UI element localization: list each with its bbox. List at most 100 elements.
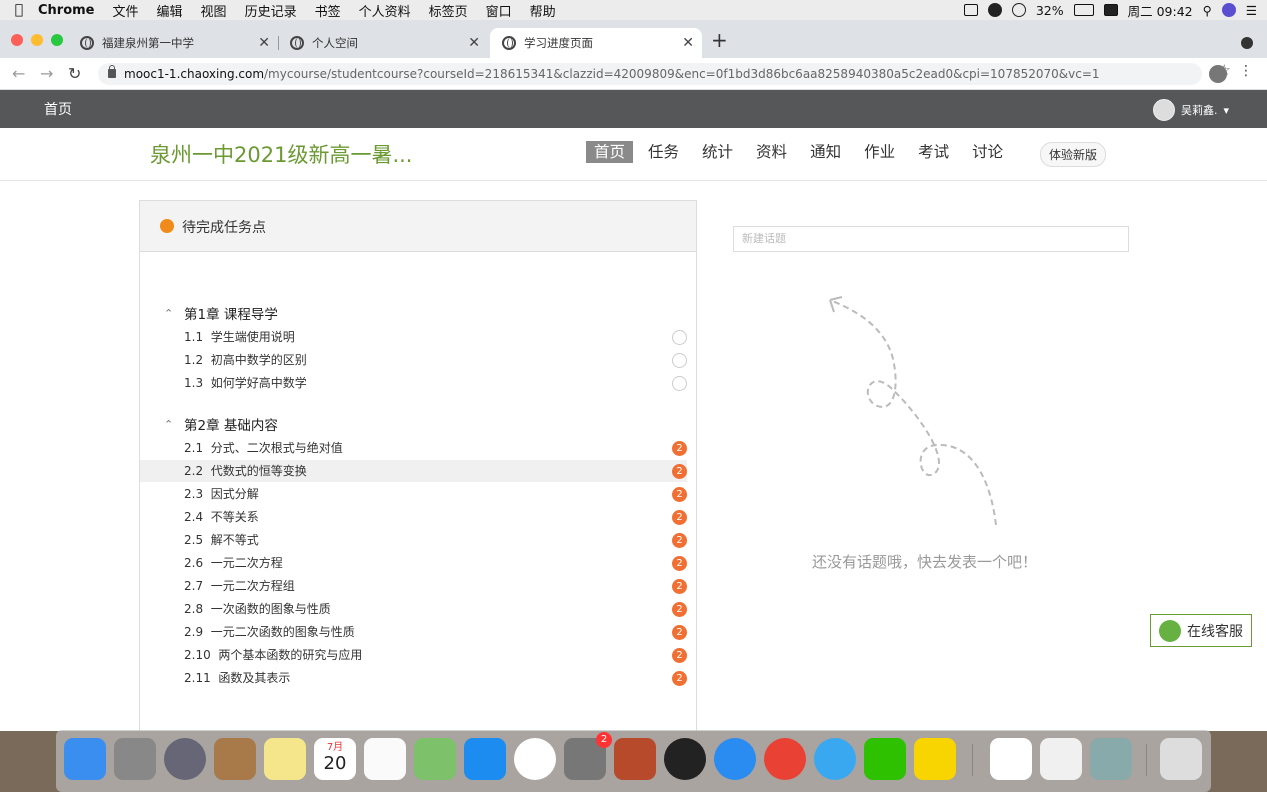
menu-tabs[interactable]: 标签页 bbox=[429, 1, 468, 20]
reminders-icon[interactable] bbox=[364, 738, 406, 780]
safari-icon[interactable] bbox=[714, 738, 756, 780]
tab-search-icon[interactable] bbox=[1241, 37, 1253, 49]
list-item[interactable]: 1.2 初高中数学的区别 bbox=[140, 349, 687, 371]
menu-view[interactable]: 视图 bbox=[201, 1, 227, 20]
item-label[interactable]: 一次函数的图象与性质 bbox=[211, 602, 331, 616]
item-label[interactable]: 代数式的恒等变换 bbox=[211, 464, 307, 478]
forward-arrow-icon[interactable]: → bbox=[40, 64, 53, 83]
textedit-icon[interactable] bbox=[1040, 738, 1082, 780]
menu-bookmarks[interactable]: 书签 bbox=[315, 1, 341, 20]
wechat-status-icon[interactable] bbox=[987, 3, 1002, 17]
url-field[interactable]: mooc1-1.chaoxing.com/mycourse/studentcou… bbox=[98, 63, 1202, 85]
qq-music-icon[interactable] bbox=[914, 738, 956, 780]
list-item[interactable]: 2.7 一元二次方程组 2 bbox=[140, 575, 687, 597]
vpn-icon[interactable] bbox=[963, 4, 978, 16]
item-label[interactable]: 初高中数学的区别 bbox=[211, 353, 307, 367]
menu-file[interactable]: 文件 bbox=[113, 1, 139, 20]
item-label[interactable]: 函数及其表示 bbox=[218, 671, 290, 685]
profile-avatar-icon[interactable] bbox=[1209, 65, 1227, 83]
new-topic-input[interactable]: 新建话题 bbox=[733, 226, 1129, 252]
list-item[interactable]: 2.11 函数及其表示 2 bbox=[140, 667, 687, 689]
tab-notices[interactable]: 通知 bbox=[802, 141, 849, 163]
minimize-window-button[interactable] bbox=[31, 34, 43, 46]
menu-app-name[interactable]: Chrome bbox=[38, 3, 95, 18]
qq-icon[interactable] bbox=[664, 738, 706, 780]
item-label[interactable]: 一元二次方程组 bbox=[211, 579, 295, 593]
item-label[interactable]: 解不等式 bbox=[211, 533, 259, 547]
chevron-down-icon[interactable]: ▾ bbox=[1223, 104, 1229, 117]
chrome-icon[interactable] bbox=[764, 738, 806, 780]
system-preferences-icon[interactable]: 2 bbox=[564, 732, 612, 780]
avatar[interactable] bbox=[1152, 99, 1175, 121]
item-label[interactable]: 一元二次函数的图象与性质 bbox=[211, 625, 355, 639]
list-item[interactable]: 1.3 如何学好高中数学 bbox=[140, 372, 687, 394]
item-label[interactable]: 如何学好高中数学 bbox=[211, 376, 307, 390]
item-label[interactable]: 分式、二次根式与绝对值 bbox=[211, 441, 343, 455]
chapter-1-header[interactable]: ⌃ 第1章 课程导学 bbox=[164, 303, 278, 324]
list-item[interactable]: 2.5 解不等式 2 bbox=[140, 529, 687, 551]
course-title[interactable]: 泉州一中2021级新高一暑... bbox=[150, 139, 412, 169]
preview-icon[interactable] bbox=[1090, 738, 1132, 780]
list-item[interactable]: 2.4 不等关系 2 bbox=[140, 506, 687, 528]
menu-window[interactable]: 窗口 bbox=[486, 1, 512, 20]
list-item[interactable]: 2.2 代数式的恒等变换 2 bbox=[140, 460, 687, 482]
chevron-up-icon[interactable]: ⌃ bbox=[164, 307, 184, 320]
item-label[interactable]: 不等关系 bbox=[211, 510, 259, 524]
tab-tasks[interactable]: 任务 bbox=[640, 141, 687, 163]
list-item[interactable]: 2.3 因式分解 2 bbox=[140, 483, 687, 505]
item-label[interactable]: 学生端使用说明 bbox=[211, 330, 295, 344]
close-tab-icon[interactable]: ✕ bbox=[258, 35, 270, 51]
notes-icon[interactable] bbox=[264, 738, 306, 780]
battery-percent[interactable]: 32% bbox=[1036, 3, 1064, 18]
online-service-button[interactable]: 在线客服 bbox=[1150, 614, 1252, 647]
wechat-icon[interactable] bbox=[864, 738, 906, 780]
item-label[interactable]: 因式分解 bbox=[211, 487, 259, 501]
tab-study-progress[interactable]: 学习进度页面 ✕ bbox=[490, 28, 702, 58]
tab-discussion[interactable]: 讨论 bbox=[964, 141, 1011, 163]
calculator-icon[interactable] bbox=[114, 738, 156, 780]
maps-icon[interactable] bbox=[414, 738, 456, 780]
photos-icon[interactable] bbox=[514, 738, 556, 780]
calendar-icon[interactable]: 7月 20 bbox=[314, 738, 356, 780]
list-item[interactable]: 1.1 学生端使用说明 bbox=[140, 326, 687, 348]
menu-history[interactable]: 历史记录 bbox=[245, 1, 297, 20]
clock[interactable]: 周二 09:42 bbox=[1128, 1, 1193, 20]
finder-icon[interactable] bbox=[64, 738, 106, 780]
zoom-window-button[interactable] bbox=[51, 34, 63, 46]
list-item[interactable]: 2.8 一次函数的图象与性质 2 bbox=[140, 598, 687, 620]
home-link[interactable]: 首页 bbox=[44, 99, 72, 119]
back-arrow-icon[interactable]: ← bbox=[12, 64, 25, 83]
list-item[interactable]: 2.9 一元二次函数的图象与性质 2 bbox=[140, 621, 687, 643]
list-item[interactable]: 2.1 分式、二次根式与绝对值 2 bbox=[140, 437, 687, 459]
list-item[interactable]: 2.6 一元二次方程 2 bbox=[140, 552, 687, 574]
battery-icon[interactable] bbox=[1073, 4, 1094, 16]
menu-help[interactable]: 帮助 bbox=[530, 1, 556, 20]
apple-icon[interactable]:  bbox=[0, 2, 38, 18]
close-tab-icon[interactable]: ✕ bbox=[682, 35, 694, 51]
user-name[interactable]: 吴莉鑫. bbox=[1181, 102, 1218, 118]
new-version-button[interactable]: 体验新版 bbox=[1040, 142, 1107, 167]
app-store-icon[interactable] bbox=[464, 738, 506, 780]
tab-personal-space[interactable]: 个人空间 ✕ bbox=[278, 28, 488, 58]
browser-menu-icon[interactable]: ⋮ bbox=[1239, 63, 1253, 79]
tab-stats[interactable]: 统计 bbox=[694, 141, 741, 163]
tab-resources[interactable]: 资料 bbox=[748, 141, 795, 163]
close-tab-icon[interactable]: ✕ bbox=[468, 35, 480, 51]
archive-utility-icon[interactable] bbox=[614, 738, 656, 780]
wps-office-icon[interactable] bbox=[990, 738, 1032, 780]
airplay-icon[interactable] bbox=[1011, 3, 1026, 17]
trash-icon[interactable] bbox=[1160, 738, 1202, 780]
user-menu[interactable]: 吴莉鑫. ▾ bbox=[1152, 99, 1229, 121]
menu-profiles[interactable]: 个人资料 bbox=[359, 1, 411, 20]
siri-icon[interactable] bbox=[1221, 3, 1236, 17]
menu-edit[interactable]: 编辑 bbox=[157, 1, 183, 20]
tab-home[interactable]: 首页 bbox=[586, 141, 634, 163]
contacts-icon[interactable] bbox=[214, 738, 256, 780]
item-label[interactable]: 一元二次方程 bbox=[211, 556, 283, 570]
input-method-icon[interactable] bbox=[1103, 4, 1118, 16]
spotlight-search-icon[interactable]: ⚲ bbox=[1203, 3, 1212, 18]
tab-exams[interactable]: 考试 bbox=[910, 141, 957, 163]
chapter-2-header[interactable]: ⌃ 第2章 基础内容 bbox=[164, 414, 278, 435]
control-center-icon[interactable]: ☰ bbox=[1246, 3, 1257, 18]
new-tab-icon[interactable]: + bbox=[711, 28, 728, 52]
